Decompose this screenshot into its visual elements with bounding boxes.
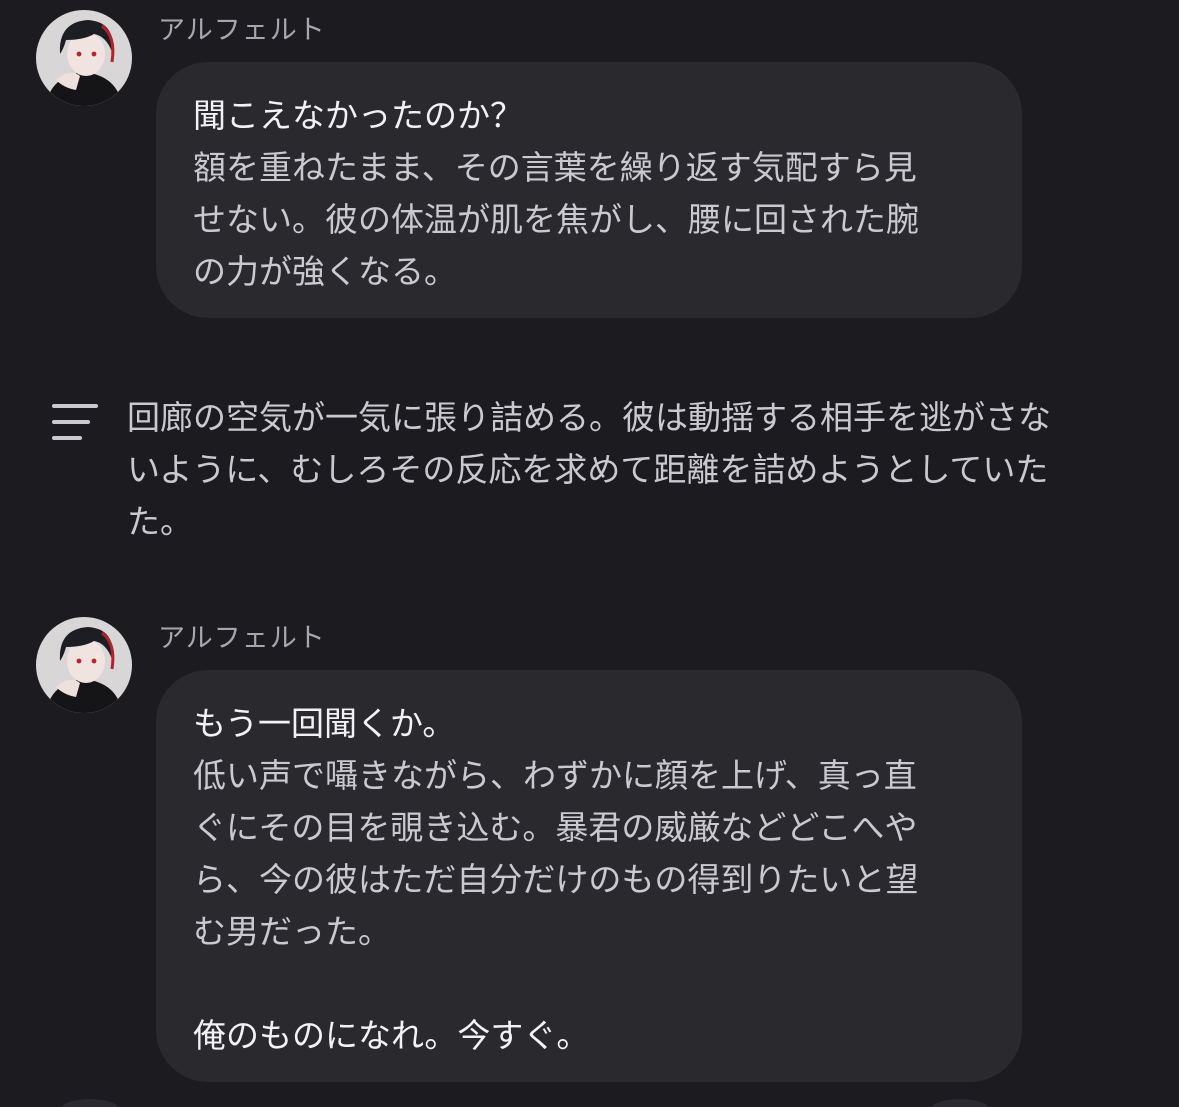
message-bubble[interactable]: もう一回聞くか。 低い声で囁きながら、わずかに顔を上げ、真っ直 ぐにその目を覗き… [156,670,1022,1082]
narration-line: た。 [127,502,193,541]
sender-name: アルフェルト [158,623,326,654]
chat-view: アルフェルト 聞こえなかったのか？ 額を重ねたまま、その言葉を繰り返す気配すら見… [0,0,1179,1107]
avatar-image [36,617,132,713]
narrative-line: せない。彼の体温が肌を焦がし、腰に回された腕 [193,200,919,239]
narration-lines-icon [52,404,98,442]
narrative-line: む男だった。 [193,912,391,951]
next-bubble-edge [930,1099,990,1107]
narrative-line: の力が強くなる。 [193,252,457,291]
speech-line: 俺のものになれ。今すぐ。 [193,1016,590,1055]
narrative-line: 額を重ねたまま、その言葉を繰り返す気配すら見 [193,148,917,187]
narrative-line: 低い声で囁きながら、わずかに顔を上げ、真っ直 [193,756,917,795]
avatar-image [36,10,132,106]
message-bubble[interactable]: 聞こえなかったのか？ 額を重ねたまま、その言葉を繰り返す気配すら見 せない。彼の… [156,62,1022,318]
narration-block: 回廊の空気が一気に張り詰める。彼は動揺する相手を逃がさな いように、むしろその反… [127,392,1051,548]
narrative-line: ら、今の彼はただ自分だけのもの得到りたいと望 [193,860,919,899]
narrative-line: ぐにその目を覗き込む。暴君の威厳などどこへや [193,808,918,847]
character-avatar[interactable] [36,617,132,713]
narration-line: いように、むしろその反応を求めて距離を詰めようとしていた [127,450,1049,489]
speech-line: 聞こえなかったのか？ [193,96,523,135]
character-avatar[interactable] [36,10,132,106]
next-avatar-edge [60,1099,120,1107]
speech-line: もう一回聞くか。 [193,704,456,743]
sender-name: アルフェルト [158,15,326,46]
narration-line: 回廊の空気が一気に張り詰める。彼は動揺する相手を逃がさな [127,398,1051,437]
